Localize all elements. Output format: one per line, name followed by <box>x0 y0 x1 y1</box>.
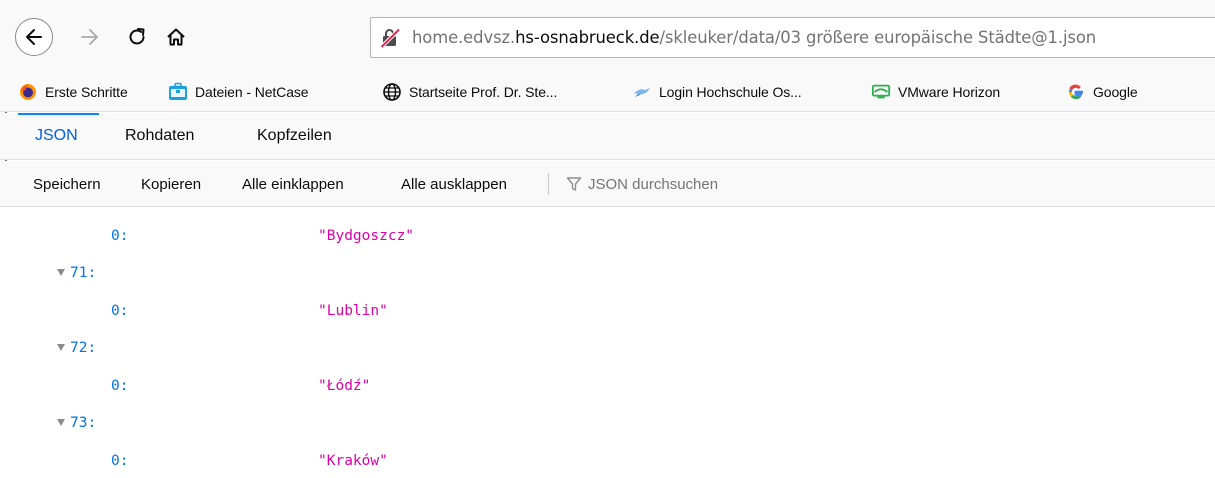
back-button[interactable] <box>15 18 53 56</box>
url-host: hs-osnabrueck.de <box>515 28 660 47</box>
forward-arrow-icon <box>81 29 98 45</box>
globe-icon <box>382 82 402 102</box>
json-value[interactable]: "Lublin" <box>318 303 388 319</box>
vmware-icon <box>871 82 891 102</box>
json-toolbar: Speichern Kopieren Alle einklappen Alle … <box>0 161 1215 207</box>
filter-icon <box>566 177 582 191</box>
reload-icon <box>129 28 145 45</box>
firefox-icon <box>18 82 38 102</box>
copy-button[interactable]: Kopieren <box>141 161 201 207</box>
home-button[interactable] <box>163 24 189 50</box>
json-row-expandable[interactable]: 71: <box>0 254 1215 294</box>
json-key: 0: <box>111 378 129 394</box>
bird-icon <box>632 82 652 102</box>
json-row-expandable[interactable]: 73: <box>0 404 1215 444</box>
json-value[interactable]: "Łódź" <box>318 378 370 394</box>
json-row: 0: "Lublin" <box>0 292 1215 332</box>
json-key[interactable]: 73: <box>70 415 96 431</box>
bookmark-google[interactable]: Google <box>1066 80 1138 104</box>
bookmark-label: Dateien - NetCase <box>195 84 309 100</box>
json-key: 0: <box>111 303 129 319</box>
expand-triangle-icon[interactable] <box>57 344 65 351</box>
google-icon <box>1066 82 1086 102</box>
tab-json[interactable]: JSON <box>35 113 78 159</box>
selected-tab-indicator <box>18 113 99 115</box>
expand-all-button[interactable]: Alle ausklappen <box>401 161 507 207</box>
json-row-expandable[interactable]: 72: <box>0 329 1215 369</box>
collapse-all-button[interactable]: Alle einklappen <box>242 161 344 207</box>
bookmark-label: VMware Horizon <box>898 84 1001 100</box>
navigation-toolbar: home.edvsz.hs-osnabrueck.de/skleuker/dat… <box>0 0 1215 72</box>
json-row: 0: "Kraków" <box>0 442 1215 478</box>
bookmark-label: Erste Schritte <box>45 84 128 100</box>
json-value[interactable]: "Kraków" <box>318 453 388 469</box>
json-search-input[interactable] <box>588 175 988 193</box>
bookmark-label: Login Hochschule Os... <box>659 84 802 100</box>
briefcase-icon <box>168 82 188 102</box>
back-arrow-icon <box>26 29 42 45</box>
json-key[interactable]: 71: <box>70 265 96 281</box>
url-path: /skleuker/data/03 größere europäische St… <box>659 28 1097 47</box>
bookmark-dateien-netcase[interactable]: Dateien - NetCase <box>168 80 309 104</box>
bookmarks-toolbar: Erste Schritte Dateien - NetCase Startse… <box>0 72 1215 112</box>
forward-button[interactable] <box>77 24 103 50</box>
expand-triangle-icon[interactable] <box>57 419 65 426</box>
bookmark-label: Startseite Prof. Dr. Ste... <box>409 84 558 100</box>
json-viewer-tabs: JSON Rohdaten Kopfzeilen <box>0 113 1215 160</box>
tab-kopfzeilen[interactable]: Kopfzeilen <box>257 113 332 159</box>
expand-triangle-icon[interactable] <box>57 269 65 276</box>
toolbar-divider <box>548 173 549 195</box>
json-tree: 0: "Bydgoszcz" 71: 0: "Lublin" 72: 0: "Ł… <box>0 207 1215 478</box>
json-key[interactable]: 72: <box>70 340 96 356</box>
save-button[interactable]: Speichern <box>33 161 101 207</box>
json-key: 0: <box>111 453 129 469</box>
bookmark-erste-schritte[interactable]: Erste Schritte <box>18 80 128 104</box>
url-bar[interactable]: home.edvsz.hs-osnabrueck.de/skleuker/dat… <box>370 17 1215 58</box>
bookmark-login-hochschule[interactable]: Login Hochschule Os... <box>632 80 802 104</box>
json-row: 0: "Bydgoszcz" <box>0 217 1215 257</box>
url-prefix: home.edvsz. <box>412 28 516 47</box>
json-key: 0: <box>111 228 129 244</box>
bookmark-startseite[interactable]: Startseite Prof. Dr. Ste... <box>382 80 557 104</box>
insecure-connection-icon[interactable] <box>378 26 402 50</box>
json-value[interactable]: "Bydgoszcz" <box>318 228 414 244</box>
bookmark-vmware-horizon[interactable]: VMware Horizon <box>871 80 1000 104</box>
json-filter[interactable] <box>566 161 988 207</box>
home-icon <box>167 28 185 46</box>
json-row: 0: "Łódź" <box>0 367 1215 407</box>
reload-button[interactable] <box>124 24 150 50</box>
bookmark-label: Google <box>1093 84 1138 100</box>
tab-rohdaten[interactable]: Rohdaten <box>125 113 194 159</box>
url-text[interactable]: home.edvsz.hs-osnabrueck.de/skleuker/dat… <box>412 28 1096 47</box>
